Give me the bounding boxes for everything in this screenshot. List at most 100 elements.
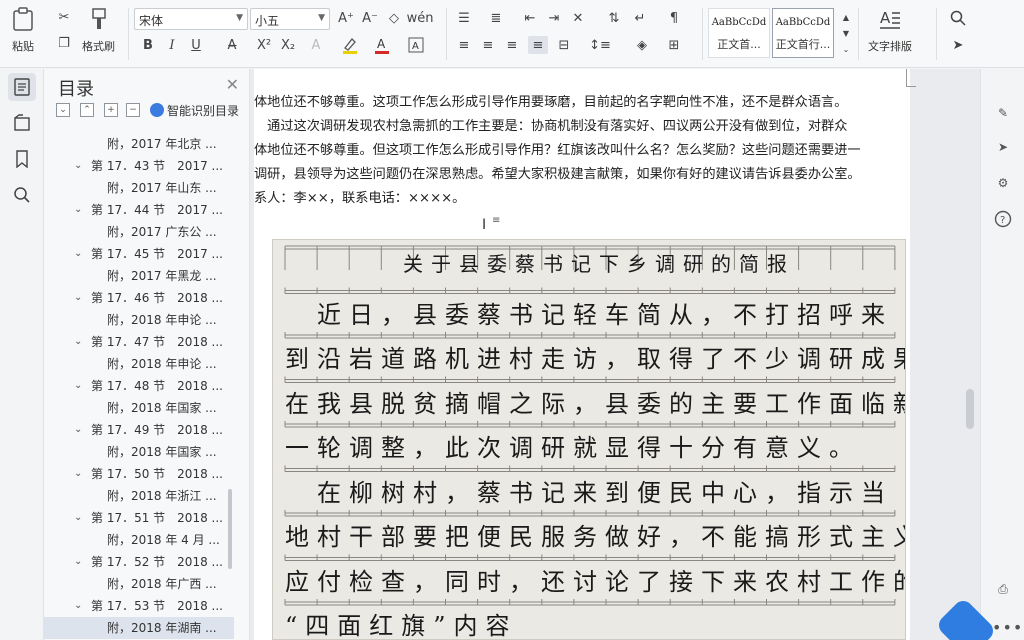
bookmark-icon[interactable] [8, 145, 36, 173]
chevron-down-icon[interactable]: ⌄ [74, 463, 82, 485]
line-spacing-icon[interactable]: ↕≡ [589, 36, 611, 54]
text-direction-icon[interactable]: ⇅ [604, 9, 624, 27]
search-icon[interactable] [8, 181, 36, 209]
toc-panel-icon[interactable] [8, 73, 36, 101]
highlight-icon[interactable] [340, 36, 360, 54]
toc-subitem[interactable]: 附，2018 年申论 ... [44, 309, 234, 331]
paste-button[interactable]: 粘贴 [10, 6, 36, 54]
expand-all-icon[interactable]: ⌃ [80, 103, 94, 117]
style-sample: AaBbCcDd [711, 17, 767, 28]
underline-icon[interactable]: U [186, 36, 206, 54]
toc-section-item[interactable]: ⌄ 第 17．49 节 2018 ... [44, 419, 234, 441]
find-icon[interactable] [948, 9, 968, 27]
align-center-icon[interactable]: ≡ [478, 36, 498, 54]
style-expand-icon[interactable]: ⌄ [836, 40, 856, 58]
font-color-icon[interactable]: A [372, 36, 392, 54]
toc-section-item[interactable]: ⌄ 第 17．46 节 2018 ... [44, 287, 234, 309]
chevron-down-icon[interactable]: ⌄ [74, 287, 82, 309]
toc-subitem[interactable]: 附，2017 广东公 ... [44, 221, 234, 243]
style-body-indent[interactable]: AaBbCcDd 正文首行... [772, 8, 834, 58]
chevron-down-icon[interactable]: ⌄ [74, 199, 82, 221]
remove-heading-icon[interactable]: − [126, 103, 140, 117]
document-page[interactable]: 体地位还不够尊重。这项工作怎么形成引导作用要琢磨，目前起的名字靶向性不准，还不是… [254, 69, 916, 640]
toc-section-item[interactable]: ⌄ 第 17．53 节 2018 ... [44, 595, 234, 617]
settings-sliders-icon[interactable]: ⚙ [991, 171, 1015, 195]
handwriting-line: 地村干部要把便民服务做好，不能搞形式主义 [285, 523, 906, 551]
toc-scrollbar[interactable] [228, 489, 232, 569]
export-icon[interactable]: ⎙ [991, 577, 1015, 601]
sort-icon[interactable]: ↵ [630, 9, 650, 27]
increase-indent-icon[interactable]: ⇥ [544, 9, 564, 27]
toc-subitem[interactable]: 附，2018 年申论 ... [44, 353, 234, 375]
toc-subitem[interactable]: 附，2017 年北京 ... [44, 133, 234, 155]
chevron-down-icon[interactable]: ⌄ [74, 243, 82, 265]
toc-section-item[interactable]: ⌄ 第 17．50 节 2018 ... [44, 463, 234, 485]
text-layout-button[interactable]: A 文字排版 [868, 6, 912, 54]
char-border-icon[interactable]: A [406, 36, 426, 54]
align-right-icon[interactable]: ≡ [502, 36, 522, 54]
help-icon[interactable]: ? [991, 207, 1015, 231]
cut-icon[interactable]: ✂ [54, 8, 74, 26]
toc-item-label: 附，2018 年国家 ... [107, 445, 217, 459]
toc-subitem[interactable]: 附，2018 年 4 月 ... [44, 529, 234, 551]
text-effect-icon[interactable]: A [306, 36, 326, 54]
toc-item-label: 第 17．53 节 2018 ... [91, 599, 223, 613]
add-heading-icon[interactable]: + [104, 103, 118, 117]
pointer-icon[interactable]: ➤ [991, 135, 1015, 159]
copy-icon[interactable]: ❐ [54, 34, 74, 52]
toc-subitem[interactable]: 附，2017 年黑龙 ... [44, 265, 234, 287]
navigation-icon[interactable] [8, 109, 36, 137]
chevron-down-icon[interactable]: ⌄ [74, 419, 82, 441]
toc-subitem[interactable]: 附，2018 年广西 ... [44, 573, 234, 595]
pinyin-icon[interactable]: wén [407, 9, 434, 27]
toc-section-item[interactable]: ⌄ 第 17．51 节 2018 ... [44, 507, 234, 529]
numbered-list-icon[interactable]: ≣ [486, 9, 506, 27]
shrink-font-icon[interactable]: A⁻ [360, 9, 380, 27]
chevron-down-icon[interactable]: ⌄ [74, 375, 82, 397]
show-marks-icon[interactable]: ¶ [664, 9, 684, 27]
select-icon[interactable]: ➤ [948, 36, 968, 54]
toc-subitem[interactable]: 附，2017 年山东 ... [44, 177, 234, 199]
toc-section-item[interactable]: ⌄ 第 17．52 节 2018 ... [44, 551, 234, 573]
toc-section-item[interactable]: ⌄ 第 17．47 节 2018 ... [44, 331, 234, 353]
bold-icon[interactable]: B [138, 36, 158, 54]
superscript-icon[interactable]: X² [254, 36, 274, 54]
chevron-down-icon[interactable]: ⌄ [74, 507, 82, 529]
toc-subitem[interactable]: 附，2018 年浙江 ... [44, 485, 234, 507]
toc-section-item[interactable]: ⌄ 第 17．43 节 2017 ... [44, 155, 234, 177]
collapse-all-icon[interactable]: ⌄ [56, 103, 70, 117]
toc-section-item[interactable]: ⌄ 第 17．45 节 2017 ... [44, 243, 234, 265]
style-normal-indent[interactable]: AaBbCcDd 正文首... [708, 8, 770, 58]
clear-format-icon[interactable]: ◇ [384, 9, 404, 27]
format-painter-button[interactable]: 格式刷 [82, 6, 115, 54]
document-scrollbar[interactable] [966, 389, 974, 429]
close-icon[interactable]: ✕ [226, 75, 239, 94]
toc-section-item[interactable]: ⌄ 第 17．48 节 2018 ... [44, 375, 234, 397]
borders-icon[interactable]: ⊞ [664, 36, 684, 54]
toc-subitem[interactable]: 附，2018 年国家 ... [44, 441, 234, 463]
chevron-down-icon[interactable]: ⌄ [74, 155, 82, 177]
shading-icon[interactable]: ◈ [632, 36, 652, 54]
chevron-down-icon[interactable]: ⌄ [74, 331, 82, 353]
handwritten-image[interactable]: 关于县委蔡书记下乡调研的简报 近日，县委蔡书记轻车简从，不打招呼来 到沿岩道路机进… [272, 239, 906, 640]
smart-toc-button[interactable]: 智能识别目录 [150, 102, 239, 119]
justify-icon[interactable]: ≡ [528, 36, 548, 54]
more-icon[interactable]: ••• [992, 618, 1023, 637]
toc-subitem[interactable]: 附，2018 年湖南 ... [44, 617, 234, 639]
subscript-icon[interactable]: X₂ [278, 36, 298, 54]
font-name-select[interactable]: 宋体 ▼ [134, 8, 248, 30]
toc-subitem[interactable]: 附，2018 年国家 ... [44, 397, 234, 419]
decrease-indent-icon[interactable]: ⇤ [520, 9, 540, 27]
bullet-list-icon[interactable]: ☰ [454, 9, 474, 27]
grow-font-icon[interactable]: A⁺ [336, 9, 356, 27]
font-size-select[interactable]: 小五 ▼ [250, 8, 330, 30]
chevron-down-icon[interactable]: ⌄ [74, 595, 82, 617]
distribute-icon[interactable]: ⊟ [554, 36, 574, 54]
chinese-layout-icon[interactable]: ✕ [568, 9, 588, 27]
edit-icon[interactable]: ✎ [991, 101, 1015, 125]
strikethrough-icon[interactable]: A̶ [222, 36, 242, 54]
chevron-down-icon[interactable]: ⌄ [74, 551, 82, 573]
toc-section-item[interactable]: ⌄ 第 17．44 节 2017 ... [44, 199, 234, 221]
italic-icon[interactable]: I [162, 36, 182, 54]
align-left-icon[interactable]: ≡ [454, 36, 474, 54]
